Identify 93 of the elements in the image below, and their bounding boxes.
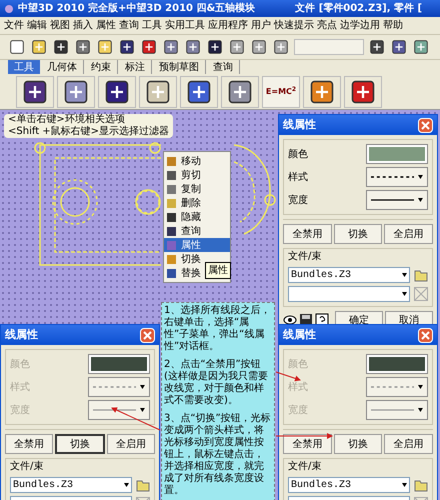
property-label: 宽度 bbox=[288, 194, 308, 208]
menu-item[interactable]: 实用工具 bbox=[165, 18, 205, 33]
ribbon-tab[interactable]: 预制草图 bbox=[153, 60, 206, 74]
instruction-text: 3、点“切换”按钮，光标变成两个箭头样式，将光标移动到宽度属性按钮上，鼠标左键点击，并选择相应宽度，就完成了对所有线条宽度设置。 bbox=[164, 413, 272, 497]
close-button[interactable] bbox=[418, 328, 433, 342]
context-menu-item[interactable]: 移动 bbox=[164, 154, 230, 168]
instruction-text: 2、点击“全禁用”按钮(这样做是因为我只需要改线宽，对于颜色和样式不需要改变)。 bbox=[164, 359, 269, 407]
caret-icon bbox=[402, 483, 407, 487]
dialog-title: 线属性 bbox=[5, 326, 38, 343]
toolbar-input-field[interactable] bbox=[294, 39, 364, 55]
close-button[interactable] bbox=[140, 328, 155, 342]
property-label: 颜色 bbox=[288, 148, 308, 162]
caret-icon bbox=[402, 273, 407, 277]
property-label: 颜色 bbox=[288, 358, 308, 372]
toggle-button[interactable]: 切换 bbox=[334, 224, 382, 244]
solid-line-icon bbox=[93, 408, 136, 412]
menu-item[interactable]: 文件 bbox=[4, 18, 24, 33]
context-menu-item[interactable]: 剪切 bbox=[164, 168, 230, 182]
hint-text: <Shift +鼠标右键>显示选择过滤器 bbox=[8, 126, 170, 138]
folder-icon[interactable] bbox=[414, 268, 428, 282]
tooltip: 属性 bbox=[205, 262, 231, 279]
close-icon bbox=[421, 330, 430, 340]
group-label: 文件/束 bbox=[10, 460, 44, 474]
file-combo-box[interactable]: Bundles.Z3 bbox=[288, 267, 410, 283]
menu-item[interactable]: 快速提示 bbox=[274, 18, 314, 33]
file-name: Bundles.Z3 bbox=[13, 478, 74, 492]
arrow bbox=[276, 433, 333, 439]
context-menu-item[interactable]: 隐藏 bbox=[164, 210, 230, 224]
app-icon bbox=[4, 4, 14, 14]
caret-icon bbox=[418, 385, 423, 389]
menu-item[interactable]: 视图 bbox=[50, 18, 70, 33]
folder-icon[interactable] bbox=[414, 478, 428, 492]
dashed-line-icon bbox=[93, 385, 136, 389]
menu-item[interactable]: 边学边用 bbox=[340, 18, 380, 33]
solid-line-icon bbox=[371, 198, 414, 202]
toggle-button[interactable]: 全启用 bbox=[384, 224, 434, 244]
hint-text: <单击右键>环境相关选项 bbox=[8, 114, 126, 126]
menu-item[interactable]: 属性 bbox=[96, 18, 116, 33]
property-label: 样式 bbox=[10, 380, 30, 394]
file-info: 文件 [零件002.Z3], 零件 [ bbox=[295, 2, 422, 16]
context-menu-item[interactable]: 属性 bbox=[164, 238, 230, 252]
property-label: 样式 bbox=[288, 380, 308, 394]
menu-item[interactable]: 插入 bbox=[73, 18, 93, 33]
line-style-dropdown[interactable] bbox=[366, 167, 428, 187]
drawing-canvas[interactable] bbox=[0, 110, 440, 500]
bundle-combo-box[interactable] bbox=[288, 286, 410, 302]
menu-item[interactable]: 编辑 bbox=[27, 18, 47, 33]
menu-item[interactable]: 亮点 bbox=[317, 18, 337, 33]
window-title: 中望3D 2010 完全版+中望3D 2010 四&五轴模块 bbox=[18, 1, 256, 16]
close-icon bbox=[143, 330, 152, 340]
dialog-title: 线属性 bbox=[283, 326, 316, 343]
folder-icon[interactable] bbox=[136, 478, 150, 492]
caret-icon bbox=[418, 175, 423, 179]
caret-icon bbox=[418, 198, 423, 202]
menu-item[interactable]: 应用程序 bbox=[208, 18, 248, 33]
dialog-title: 线属性 bbox=[283, 116, 316, 133]
menu-item[interactable]: 工具 bbox=[142, 18, 162, 33]
group-label: 文件/束 bbox=[288, 250, 322, 264]
formula-button[interactable]: E=MC$^{2}$ bbox=[262, 76, 300, 108]
file-name: Bundles.Z3 bbox=[291, 268, 352, 282]
dashed-line-icon bbox=[371, 175, 414, 179]
file-name: Bundles.Z3 bbox=[291, 478, 352, 492]
ribbon-tab[interactable]: 几何体 bbox=[41, 60, 84, 74]
caret-icon bbox=[140, 408, 145, 412]
instruction-text: 1、选择所有线段之后，右键单击，选择“属性”子菜单，弹出“线属性”对话框。 bbox=[164, 305, 272, 353]
ribbon-tab[interactable]: 标注 bbox=[119, 60, 152, 74]
close-icon bbox=[421, 120, 430, 130]
solid-line-icon bbox=[371, 408, 414, 412]
property-label: 宽度 bbox=[288, 404, 308, 418]
property-label: 宽度 bbox=[10, 404, 30, 418]
menu-item[interactable]: 帮助 bbox=[383, 18, 403, 33]
arrow bbox=[276, 372, 301, 382]
menu-item[interactable]: 用户 bbox=[251, 18, 271, 33]
toggle-button[interactable]: 全禁用 bbox=[283, 224, 332, 244]
arrow bbox=[111, 407, 160, 430]
property-label: 颜色 bbox=[10, 358, 30, 372]
menu-item[interactable]: 查询 bbox=[119, 18, 139, 33]
dashed-line-icon bbox=[371, 385, 414, 389]
property-label: 样式 bbox=[288, 170, 308, 184]
close-button[interactable] bbox=[418, 118, 433, 132]
ribbon-tab[interactable]: 约束 bbox=[85, 60, 118, 74]
eye-icon[interactable] bbox=[283, 313, 297, 327]
line-width-dropdown[interactable] bbox=[366, 190, 428, 210]
caret-icon bbox=[140, 385, 145, 389]
caret-icon bbox=[124, 483, 129, 487]
ribbon-tab[interactable]: 工具 bbox=[8, 60, 40, 74]
group-label: 文件/束 bbox=[288, 460, 322, 474]
context-menu-item[interactable]: 查询 bbox=[164, 224, 230, 238]
context-menu-item[interactable]: 删除 bbox=[164, 196, 230, 210]
context-menu-item[interactable]: 复制 bbox=[164, 182, 230, 196]
caret-icon bbox=[418, 408, 423, 412]
caret-icon bbox=[402, 292, 407, 296]
ribbon-tab[interactable]: 查询 bbox=[207, 60, 240, 74]
